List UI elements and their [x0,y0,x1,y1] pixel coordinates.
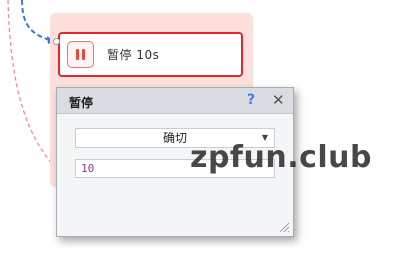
pause-mode-value: 确切 [162,131,187,145]
watermark: zpfun.club [190,140,372,175]
connector-anchor[interactable] [53,38,60,45]
pause-icon [67,41,94,68]
question-icon[interactable]: ? [247,92,255,108]
pause-node-label: 暂停 10s [107,48,160,62]
close-icon[interactable]: ✕ [272,91,285,109]
dialog-title: 暂停 [69,96,94,110]
branch-connector [7,0,57,169]
workflow-canvas: 暂停 10s 暂停 ? ✕ 确切 ▼ zpfun.club [0,0,406,253]
resize-grip-icon[interactable] [278,221,290,233]
pause-node[interactable]: 暂停 10s [58,32,243,77]
dialog-titlebar[interactable]: 暂停 ? ✕ [57,88,293,114]
dialog-body: 确切 ▼ [57,114,293,236]
